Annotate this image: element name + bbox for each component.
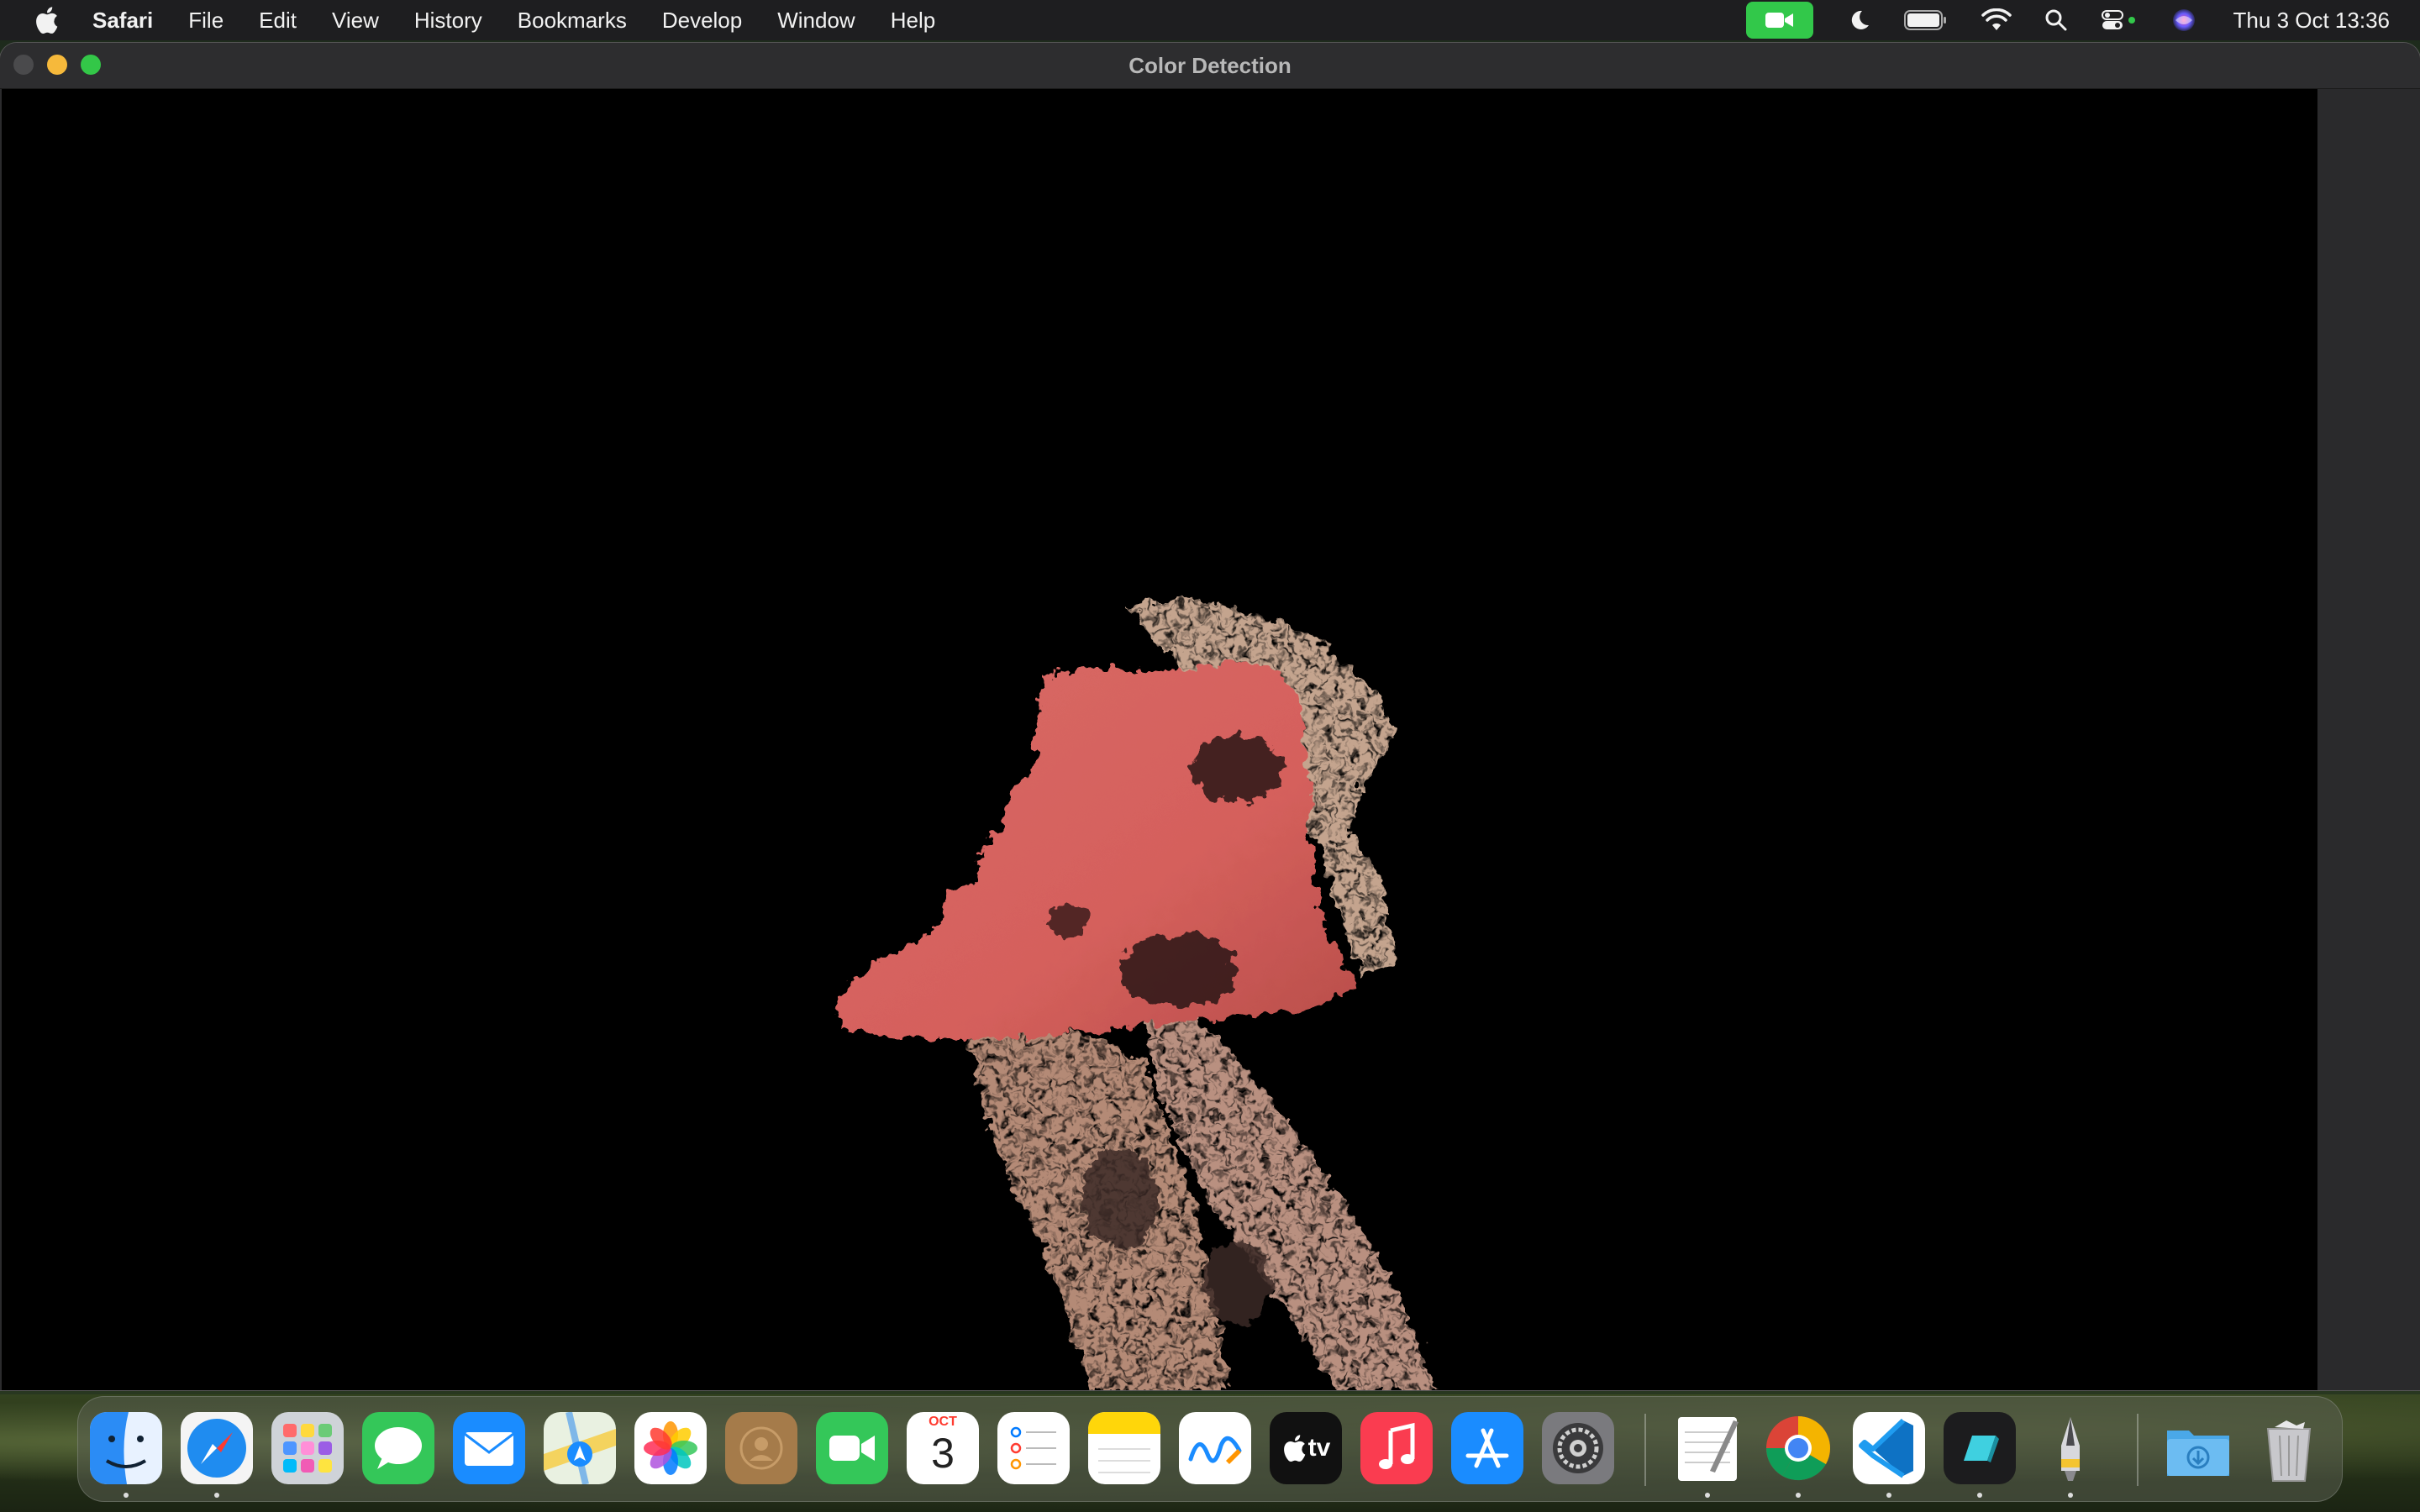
dock-separator xyxy=(1644,1414,1646,1486)
menu-edit[interactable]: Edit xyxy=(259,8,297,34)
video-camera-icon xyxy=(1765,13,1793,28)
menu-help[interactable]: Help xyxy=(891,8,935,34)
facetime-icon[interactable] xyxy=(816,1412,888,1484)
chrome-running-indicator xyxy=(1796,1493,1801,1498)
menu-file[interactable]: File xyxy=(188,8,224,34)
window-side-panel xyxy=(2317,89,2420,1390)
trash-icon[interactable] xyxy=(2253,1412,2325,1484)
textedit-running-indicator xyxy=(1705,1493,1710,1498)
calendar-month: OCT xyxy=(929,1415,957,1429)
textedit-icon[interactable] xyxy=(1671,1412,1744,1484)
menu-bookmarks[interactable]: Bookmarks xyxy=(518,8,627,34)
wifi-icon[interactable] xyxy=(1981,8,2012,32)
apple-menu-icon[interactable] xyxy=(34,3,62,37)
finder-running-indicator xyxy=(124,1493,129,1498)
safari-running-indicator xyxy=(214,1493,219,1498)
chrome-icon[interactable] xyxy=(1762,1412,1834,1484)
maps-icon[interactable] xyxy=(544,1412,616,1484)
unknown-app-icon[interactable] xyxy=(1944,1412,2016,1484)
launchpad-icon[interactable] xyxy=(271,1412,344,1484)
window-controls xyxy=(13,55,114,75)
notes-icon[interactable] xyxy=(1088,1412,1160,1484)
focus-moon-icon[interactable] xyxy=(1847,8,1870,32)
camera-in-use-indicator[interactable] xyxy=(1745,2,1813,39)
freeform-icon[interactable] xyxy=(1179,1412,1251,1484)
app-store-icon[interactable] xyxy=(1451,1412,1523,1484)
messages-icon[interactable] xyxy=(362,1412,434,1484)
apple-tv-icon[interactable]: tv xyxy=(1270,1412,1342,1484)
menu-view[interactable]: View xyxy=(332,8,379,34)
dock: OCT 3 tv xyxy=(77,1396,2343,1502)
dock-separator-2 xyxy=(2137,1414,2139,1486)
menu-history[interactable]: History xyxy=(414,8,482,34)
menu-clock[interactable]: Thu 3 Oct 13:36 xyxy=(2233,8,2390,34)
menu-bar: Safari File Edit View History Bookmarks … xyxy=(0,0,2420,40)
zoom-button[interactable] xyxy=(81,55,101,75)
vscode-running-indicator xyxy=(1886,1493,1891,1498)
status-area: Thu 3 Oct 13:36 xyxy=(1745,0,2420,40)
reminders-icon[interactable] xyxy=(997,1412,1070,1484)
window-title: Color Detection xyxy=(1128,52,1292,78)
downloads-folder-icon[interactable] xyxy=(2162,1412,2234,1484)
unknown-app-running-indicator xyxy=(1977,1493,1982,1498)
menu-app-name[interactable]: Safari xyxy=(92,8,153,34)
vscode-icon[interactable] xyxy=(1853,1412,1925,1484)
finder-icon[interactable] xyxy=(90,1412,162,1484)
photos-icon[interactable] xyxy=(634,1412,707,1484)
calendar-day: 3 xyxy=(931,1430,955,1477)
control-center-icon[interactable] xyxy=(2101,8,2138,32)
pen-app-running-indicator xyxy=(2068,1493,2073,1498)
spotlight-search-icon[interactable] xyxy=(2045,9,2067,31)
app-window: Color Detection xyxy=(0,43,2420,1390)
calendar-icon[interactable]: OCT 3 xyxy=(907,1412,979,1484)
contacts-icon[interactable] xyxy=(725,1412,797,1484)
close-button[interactable] xyxy=(13,55,34,75)
battery-icon[interactable] xyxy=(1903,9,1948,31)
music-icon[interactable] xyxy=(1360,1412,1433,1484)
minimize-button[interactable] xyxy=(47,55,67,75)
mail-icon[interactable] xyxy=(453,1412,525,1484)
safari-icon[interactable] xyxy=(181,1412,253,1484)
window-titlebar[interactable]: Color Detection xyxy=(0,43,2420,89)
detected-mask-image xyxy=(838,597,1439,1390)
apple-tv-label: tv xyxy=(1307,1434,1331,1462)
color-detection-video-frame xyxy=(2,89,2317,1390)
menu-develop[interactable]: Develop xyxy=(662,8,742,34)
menu-window[interactable]: Window xyxy=(777,8,855,34)
red-detected-object xyxy=(838,660,1355,1038)
siri-icon[interactable] xyxy=(2171,8,2196,33)
system-settings-icon[interactable] xyxy=(1542,1412,1614,1484)
pen-app-icon[interactable] xyxy=(2034,1412,2107,1484)
